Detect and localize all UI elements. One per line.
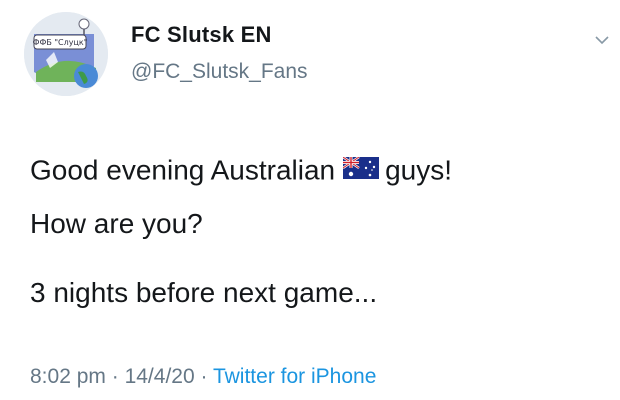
club-crest-icon: ФФБ "Слуцк" [24, 12, 108, 96]
tweet-text-line-3: 3 nights before next game... [30, 277, 378, 308]
avatar-banner-text: ФФБ "Слуцк" [33, 38, 88, 47]
tweet-text-segment: Good evening Australian [30, 154, 336, 186]
tweet-text-line-2: How are you? [30, 208, 203, 239]
tweet-time[interactable]: 8:02 pm [30, 365, 106, 388]
tweet-text-segment: guys! [385, 154, 453, 186]
meta-separator: · [111, 365, 119, 388]
tweet-source-link[interactable]: Twitter for iPhone [213, 365, 376, 388]
tweet-meta: 8:02 pm · 14/4/20 · Twitter for iPhone [30, 365, 376, 389]
user-handle[interactable]: @FC_Slutsk_Fans [131, 60, 308, 84]
tweet-card: ФФБ "Слуцк" FC Slutsk EN @FC_Slutsk_Fans… [0, 0, 620, 400]
tweet-text-line-1: Good evening Australian guys! [30, 153, 452, 191]
meta-separator: · [200, 365, 208, 388]
avatar[interactable]: ФФБ "Слуцк" [24, 12, 108, 96]
australia-flag-icon [342, 153, 380, 187]
display-name[interactable]: FC Slutsk EN [131, 22, 272, 48]
chevron-down-icon[interactable] [594, 32, 610, 50]
tweet-date[interactable]: 14/4/20 [125, 365, 195, 388]
